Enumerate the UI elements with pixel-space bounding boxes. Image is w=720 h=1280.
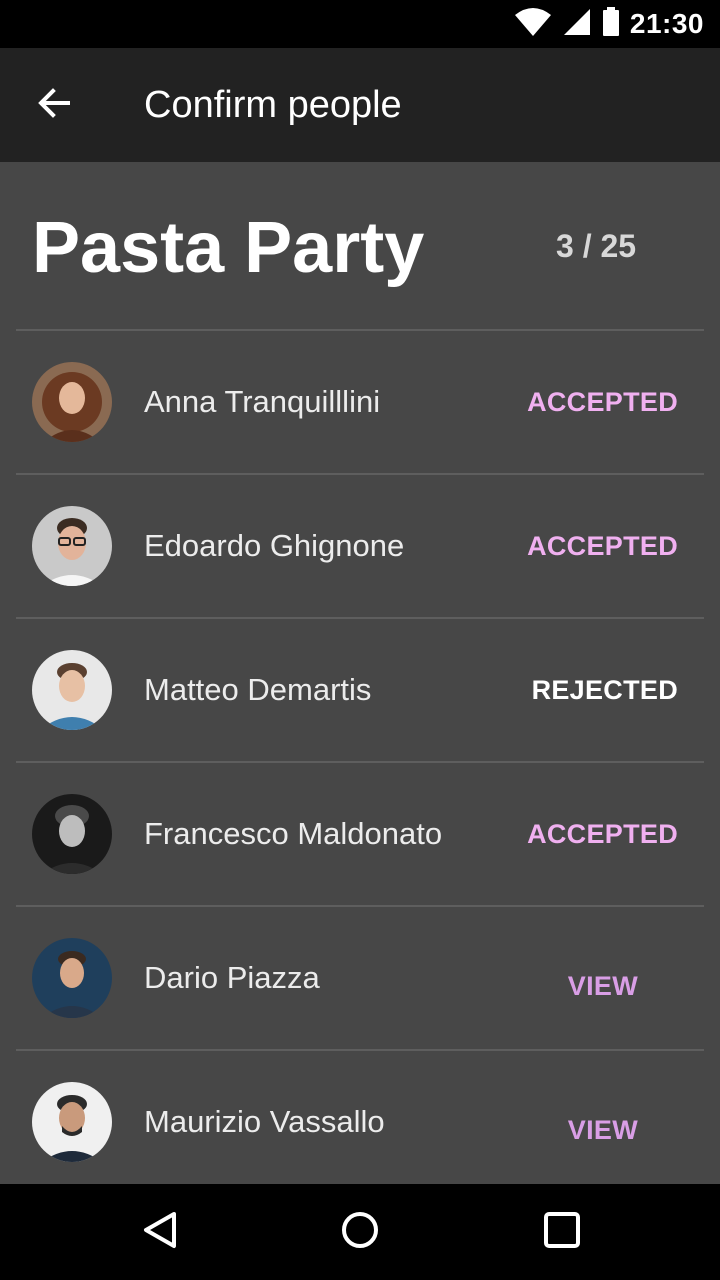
status-label[interactable]: ACCEPTED: [527, 475, 678, 617]
person-row: Matteo Demartis REJECTED: [16, 617, 704, 761]
person-name: Matteo Demartis: [144, 672, 372, 707]
event-title: Pasta Party: [32, 208, 425, 288]
battery-icon: [602, 6, 620, 42]
avatar: [32, 794, 112, 874]
wifi-icon: [514, 7, 552, 42]
person-row: Anna Tranquilllini ACCEPTED: [16, 329, 704, 473]
person-name: Dario Piazza: [144, 960, 320, 995]
avatar: [32, 1082, 112, 1162]
back-button[interactable]: [22, 73, 86, 137]
person-name: Edoardo Ghignone: [144, 528, 405, 563]
app-bar: Confirm people: [0, 48, 720, 162]
main-content: Pasta Party 3 / 25 Anna Tranquilllini AC…: [0, 162, 720, 1184]
person-row: Edoardo Ghignone ACCEPTED: [16, 473, 704, 617]
status-label[interactable]: ACCEPTED: [527, 331, 678, 473]
view-button[interactable]: VIEW: [568, 1059, 638, 1184]
person-name: Maurizio Vassallo: [144, 1104, 385, 1139]
nav-recents-button[interactable]: [530, 1200, 594, 1264]
person-name: Anna Tranquilllini: [144, 384, 381, 419]
arrow-back-icon: [36, 85, 72, 126]
confirmed-count: 3 / 25: [556, 228, 637, 264]
home-circle-icon: [340, 1210, 380, 1255]
nav-back-button[interactable]: [128, 1200, 192, 1264]
system-nav-bar: [0, 1184, 720, 1280]
avatar: [32, 650, 112, 730]
recents-square-icon: [542, 1210, 582, 1255]
status-label[interactable]: ACCEPTED: [527, 763, 678, 905]
status-bar: 21:30: [0, 0, 720, 48]
nav-home-button[interactable]: [328, 1200, 392, 1264]
person-name: Francesco Maldonato: [144, 816, 443, 851]
avatar: [32, 506, 112, 586]
avatar: [32, 362, 112, 442]
cell-signal-icon: [562, 7, 592, 42]
avatar: [32, 938, 112, 1018]
clock-time: 21:30: [629, 8, 704, 39]
person-row: Dario Piazza VIEW: [16, 905, 704, 1049]
person-row: Maurizio Vassallo VIEW: [16, 1049, 704, 1184]
status-icons: 21:30: [514, 0, 704, 48]
back-triangle-icon: [140, 1210, 180, 1255]
person-row: Francesco Maldonato ACCEPTED: [16, 761, 704, 905]
page-title: Confirm people: [144, 84, 402, 126]
view-button[interactable]: VIEW: [568, 915, 638, 1057]
status-label[interactable]: REJECTED: [532, 619, 678, 761]
people-list: Anna Tranquilllini ACCEPTED Edoardo Ghig…: [16, 329, 704, 1184]
